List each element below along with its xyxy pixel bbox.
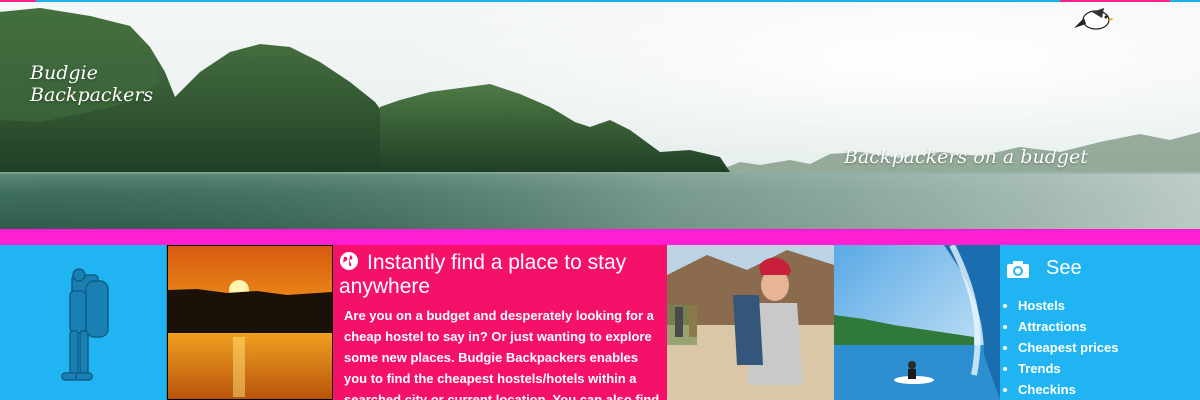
magenta-divider-band [0, 229, 1200, 245]
sunset-photo [168, 246, 332, 399]
brand-line-2: Backpackers [30, 84, 154, 106]
see-item-checkins[interactable]: Checkins [1018, 379, 1118, 400]
see-tile[interactable]: See Hostels Attractions Cheapest prices … [1000, 245, 1200, 400]
backpacker-icon [61, 268, 109, 381]
hero-banner: Budgie Backpackers Backpackers on a budg… [0, 2, 1200, 229]
sunset-photo-tile[interactable] [167, 245, 333, 400]
brand-line-1: Budgie [30, 62, 98, 84]
globe-icon [340, 252, 358, 270]
see-title: See [1046, 257, 1082, 279]
see-list: Hostels Attractions Cheapest prices Tren… [1000, 295, 1118, 400]
camera-icon [1007, 260, 1029, 278]
see-item-cheapest-prices[interactable]: Cheapest prices [1018, 337, 1118, 358]
budgie-logo-icon[interactable] [1072, 6, 1116, 36]
see-item-hostels[interactable]: Hostels [1018, 295, 1118, 316]
find-place-tile[interactable]: Instantly find a place to stay anywhere … [333, 245, 667, 400]
see-item-trends[interactable]: Trends [1018, 358, 1118, 379]
surfer-photo-tile[interactable] [834, 245, 1000, 400]
surfer-photo [834, 245, 1000, 400]
hiker-photo [667, 245, 834, 400]
find-place-heading: Instantly find a place to stay anywhere [339, 251, 659, 299]
see-heading: See [1006, 257, 1082, 280]
hero-landscape-image [0, 2, 1200, 229]
feature-tiles: Instantly find a place to stay anywhere … [0, 245, 1200, 400]
backpacker-tile[interactable] [0, 245, 167, 400]
find-place-description: Are you on a budget and desperately look… [344, 308, 660, 400]
hero-tagline: Backpackers on a budget [844, 146, 1088, 168]
see-item-attractions[interactable]: Attractions [1018, 316, 1118, 337]
hiker-photo-tile[interactable] [667, 245, 834, 400]
brand-logo-text[interactable]: Budgie Backpackers [30, 62, 153, 106]
find-place-title: Instantly find a place to stay anywhere [339, 251, 627, 298]
